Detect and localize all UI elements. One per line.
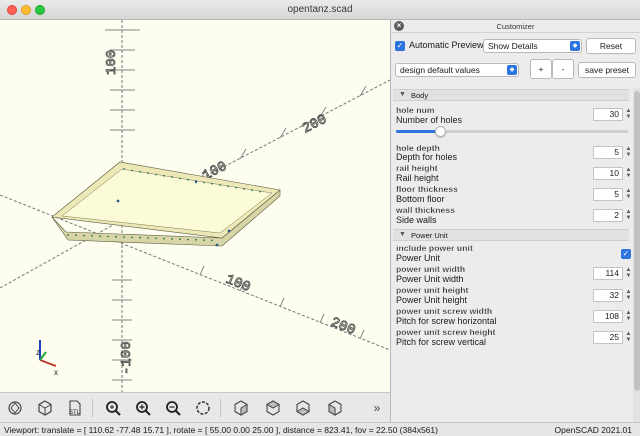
customizer-title: Customizer [496,22,535,31]
reset-button[interactable]: Reset [586,38,636,54]
save-preset-button[interactable]: save preset [578,62,636,78]
floor-thickness-spinbox[interactable]: 5 [593,188,623,201]
svg-text:x: x [54,368,58,377]
group-body[interactable]: ▼ Body [393,89,629,101]
hole-num-slider[interactable] [396,126,628,137]
param-desc: Bottom floor [396,194,445,204]
param-desc: Power Unit width [396,274,464,284]
spinner-arrows-icon[interactable]: ▲ ▼ [625,209,632,222]
reset-view-icon[interactable] [192,398,214,418]
svg-text:z: z [36,348,40,357]
rail-height-spinbox[interactable]: 10 [593,167,623,180]
param-desc: Power Unit height [396,295,468,305]
zoom-out-icon[interactable] [162,398,184,418]
parameter-list[interactable]: ▼ Body hole num Number of holes 30 ▲ ▼ ho… [391,88,640,422]
viewport-status-text: Viewport: translate = [ 110.62 -77.48 15… [4,425,438,435]
expand-triangle-icon: ▼ [399,231,406,238]
param-name: hole num [396,105,435,115]
hole-num-spinbox[interactable]: 30 [593,108,623,121]
axis-label-y-100: 100 [223,272,252,296]
chevron-down-icon: ◆ [570,41,580,51]
slider-knob[interactable] [435,126,447,137]
spinner-arrows-icon[interactable]: ▲ ▼ [625,146,632,159]
axis-label-z-100: 100 [104,50,120,75]
details-select[interactable]: Show Details ◆ [483,39,582,53]
param-desc: Pitch for screw vertical [396,337,487,347]
param-name: power unit screw height [396,327,496,337]
view-bottom-icon[interactable] [292,398,314,418]
spinner-arrows-icon[interactable]: ▲ ▼ [625,310,632,323]
wall-thickness-spinbox[interactable]: 2 [593,209,623,222]
param-name: power unit screw width [396,306,493,316]
power-unit-height-spinbox[interactable]: 32 [593,289,623,302]
param-desc: Number of holes [396,115,463,125]
spinner-arrows-icon[interactable]: ▲ ▼ [625,331,632,344]
param-name: wall thickness [396,205,456,215]
scrollbar[interactable] [633,88,640,422]
param-name: power unit width [396,264,466,274]
viewport-toolbar: STL » [0,392,390,422]
toolbar-overflow-icon[interactable]: » [366,398,388,418]
preview-render-icon[interactable] [4,398,26,418]
view-right-icon[interactable] [230,398,252,418]
spinner-arrows-icon[interactable]: ▲ ▼ [625,188,632,201]
expand-triangle-icon: ▼ [399,91,406,98]
status-bar: Viewport: translate = [ 110.62 -77.48 15… [0,422,640,436]
view-top-icon[interactable] [262,398,284,418]
axes-indicator: z x [36,340,58,377]
screw-width-spinbox[interactable]: 108 [593,310,623,323]
preset-select[interactable]: design default values ◆ [395,63,519,77]
export-stl-icon[interactable]: STL [64,398,86,418]
view-left-icon[interactable] [324,398,346,418]
window-title: opentanz.scad [287,4,353,15]
auto-preview-checkbox[interactable]: ✓ [395,41,405,51]
axis-label-x-200: 200 [300,112,330,138]
hole-depth-spinbox[interactable]: 5 [593,146,623,159]
param-desc: Power Unit [396,253,441,263]
param-name: floor thickness [396,184,458,194]
axis-label-z-neg-100: -100 [119,341,135,375]
param-desc: Depth for holes [396,152,458,162]
zoom-all-icon[interactable] [102,398,124,418]
param-name: rail height [396,163,438,173]
render-icon[interactable] [34,398,56,418]
param-name: power unit height [396,285,469,295]
customizer-header: × Customizer [391,20,640,33]
group-power-unit[interactable]: ▼ Power Unit [393,229,629,241]
spinner-arrows-icon[interactable]: ▲ ▼ [625,167,632,180]
customizer-panel: × Customizer ✓ Automatic Preview Show De… [390,20,640,422]
remove-preset-button[interactable]: - [552,59,574,79]
3d-viewport[interactable]: 100 200 100 200 100 -100 z x [0,20,390,392]
include-power-unit-checkbox[interactable]: ✓ [621,249,631,259]
param-desc: Rail height [396,173,439,183]
add-preset-button[interactable]: + [530,59,552,79]
slider-fill [396,130,441,133]
power-unit-width-spinbox[interactable]: 114 [593,267,623,280]
param-name: include power unit [396,243,473,253]
auto-preview-label: Automatic Preview [409,40,484,50]
version-text: OpenSCAD 2021.01 [554,425,633,435]
spinner-arrows-icon[interactable]: ▲ ▼ [625,108,632,121]
viewport-scene: 100 200 100 200 100 -100 z x [0,20,390,392]
param-desc: Pitch for screw horizontal [396,316,497,326]
svg-text:STL: STL [69,410,81,416]
chevron-down-icon: ◆ [507,65,517,75]
spinner-arrows-icon[interactable]: ▲ ▼ [625,267,632,280]
zoom-in-icon[interactable] [132,398,154,418]
spinner-arrows-icon[interactable]: ▲ ▼ [625,289,632,302]
title-bar: opentanz.scad [0,0,640,20]
param-desc: Side walls [396,215,437,225]
screw-height-spinbox[interactable]: 25 [593,331,623,344]
